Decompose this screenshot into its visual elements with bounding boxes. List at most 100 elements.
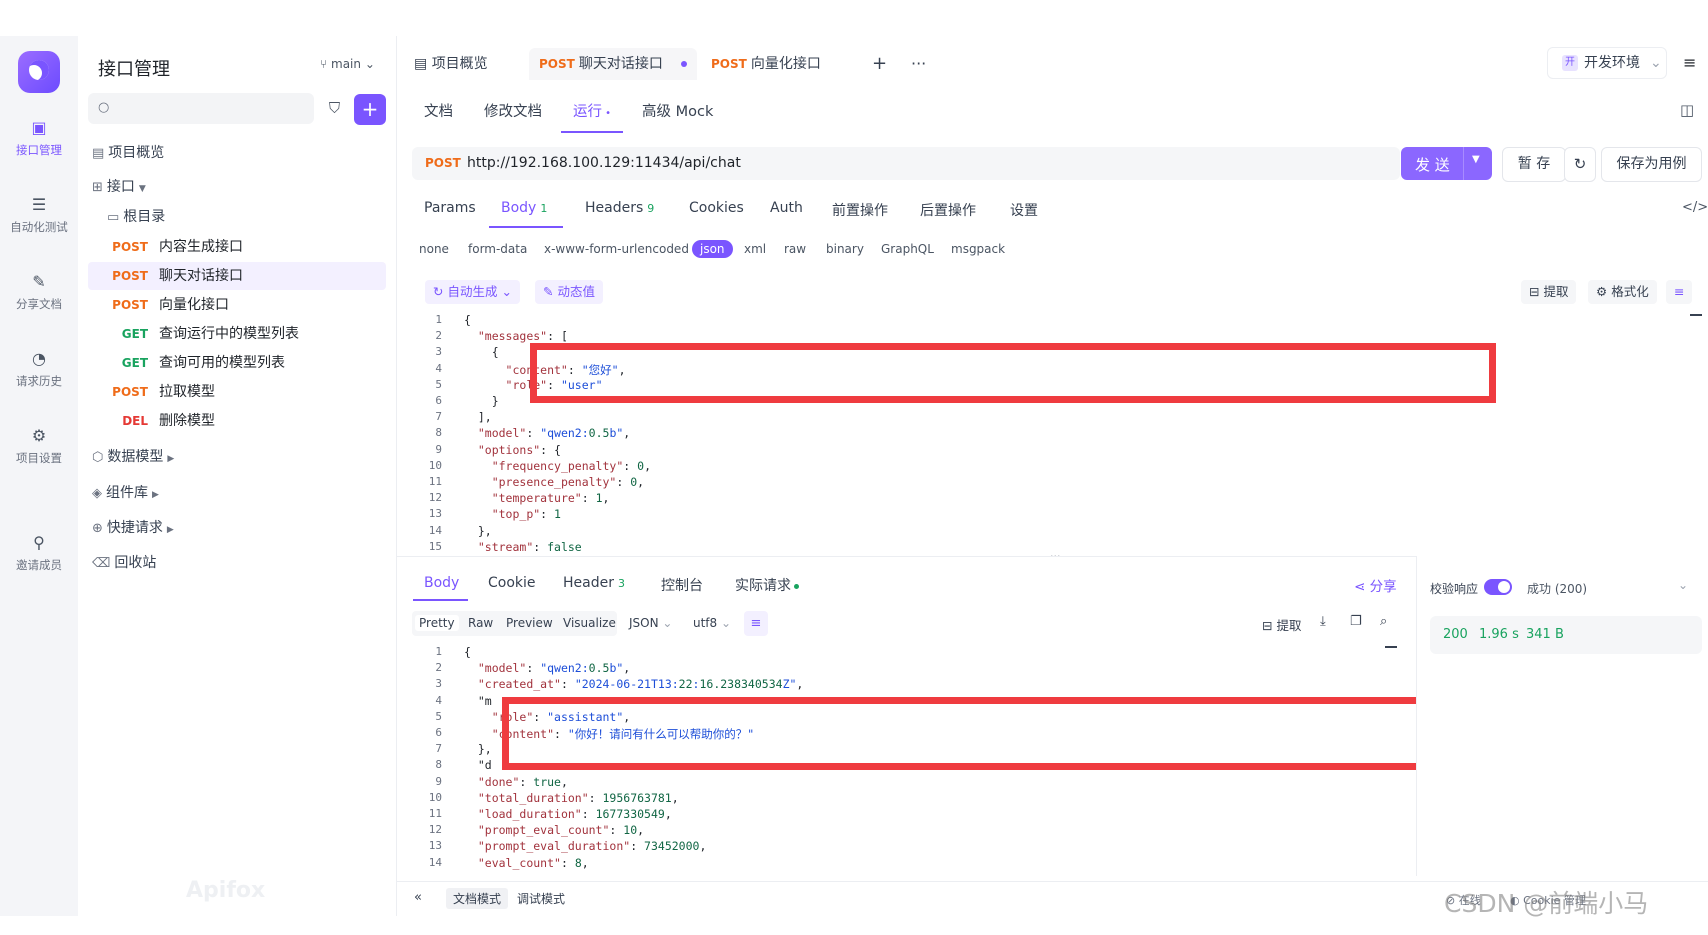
filter-icon: ⛉ xyxy=(328,99,341,117)
subtab-edit-docs[interactable]: 修改文档 xyxy=(484,100,542,121)
body-type-raw[interactable]: raw xyxy=(784,242,806,256)
chevron-down-icon[interactable]: ⌄ xyxy=(1678,578,1688,592)
dynamic-value-button[interactable]: ✎ 动态值 xyxy=(535,280,603,304)
view-raw[interactable]: Raw xyxy=(468,616,493,630)
environment-selector[interactable]: 开开发环境 ⌄ xyxy=(1547,47,1667,79)
subtab-docs[interactable]: 文档 xyxy=(424,100,453,121)
tree-item-overview[interactable]: ▤ 项目概览 xyxy=(92,139,164,167)
format-select[interactable]: JSON ⌄ xyxy=(629,616,672,630)
tree-item-interfaces[interactable]: ⊞ 接口 ▼ xyxy=(92,173,146,201)
new-tab-button[interactable]: + xyxy=(872,48,887,80)
resp-tab-header[interactable]: Header 3 xyxy=(563,575,625,591)
save-temp-button[interactable]: 暂 存 xyxy=(1502,147,1566,182)
view-pretty[interactable]: Pretty xyxy=(415,615,459,631)
line-number: 14 xyxy=(428,855,442,869)
auto-generate-button[interactable]: ↻ 自动生成 ⌄ xyxy=(425,280,520,304)
extract-button[interactable]: ⊟ 提取 xyxy=(1521,280,1577,304)
subtab-run[interactable]: 运行 • xyxy=(573,100,611,121)
wrap-button[interactable]: ≡ xyxy=(1666,280,1693,304)
tree-item-trash[interactable]: ⌫ 回收站 xyxy=(92,549,156,577)
tab-settings[interactable]: 设置 xyxy=(1010,200,1038,220)
body-type-urlencoded[interactable]: x-www-form-urlencoded xyxy=(544,242,689,256)
body-type-graphql[interactable]: GraphQL xyxy=(881,242,934,256)
body-type-binary[interactable]: binary xyxy=(826,242,864,256)
api-item[interactable]: POST 拉取模型 xyxy=(88,378,386,406)
extract-response-button[interactable]: ⊟ 提取 xyxy=(1262,615,1301,634)
resp-tab-actual-request[interactable]: 实际请求 xyxy=(735,575,799,595)
chevron-down-icon[interactable]: ▼ xyxy=(1472,154,1480,165)
body-type-msgpack[interactable]: msgpack xyxy=(951,242,1005,256)
rail-item-label: 项目设置 xyxy=(16,451,62,465)
extract-label: 提取 xyxy=(1276,618,1302,633)
resp-tab-console[interactable]: 控制台 xyxy=(661,575,703,595)
doc-mode-button[interactable]: 文档模式 xyxy=(446,888,509,909)
validate-label: 校验响应 xyxy=(1430,582,1479,596)
resp-tab-cookie[interactable]: Cookie xyxy=(488,575,536,591)
api-item[interactable]: GET 查询可用的模型列表 xyxy=(88,349,386,377)
tab-label: Header xyxy=(563,575,614,591)
menu-icon[interactable]: ≡ xyxy=(1683,53,1696,72)
debug-mode-button[interactable]: 调试模式 xyxy=(510,888,572,909)
tab-cookies[interactable]: Cookies xyxy=(689,200,744,216)
api-item[interactable]: POST 内容生成接口 xyxy=(88,233,386,261)
body-type-xml[interactable]: xml xyxy=(744,242,766,256)
add-button[interactable]: + xyxy=(354,94,386,125)
view-visualize[interactable]: Visualize xyxy=(563,616,616,630)
api-item[interactable]: GET 查询运行中的模型列表 xyxy=(88,320,386,348)
tab-headers[interactable]: Headers 9 xyxy=(585,200,654,216)
resp-tab-body[interactable]: Body xyxy=(424,575,459,591)
tree-item-root[interactable]: ▭ 根目录 xyxy=(107,203,165,231)
subtab-mock[interactable]: 高级 Mock xyxy=(642,100,713,121)
tab-body[interactable]: Body 1 xyxy=(501,200,547,216)
code-icon[interactable]: </> xyxy=(1682,200,1708,215)
more-tabs-button[interactable]: ··· xyxy=(911,48,926,80)
tab-auth[interactable]: Auth xyxy=(770,200,803,216)
send-label: 发 送 xyxy=(1415,156,1450,174)
rail-item-settings[interactable]: ⚙ 项目设置 xyxy=(0,426,78,466)
rail-item-api[interactable]: ▣ 接口管理 xyxy=(0,118,78,158)
filter-button[interactable]: ⛉ xyxy=(321,94,348,123)
url-bar[interactable]: POST http://192.168.100.129:11434/api/ch… xyxy=(412,147,1400,180)
api-item[interactable]: POST 聊天对话接口 xyxy=(88,262,386,290)
save-as-case-button[interactable]: 保存为用例 xyxy=(1601,147,1702,182)
api-item[interactable]: DEL 删除模型 xyxy=(88,407,386,435)
view-preview[interactable]: Preview xyxy=(506,616,553,630)
rail-item-share-doc[interactable]: ✎ 分享文档 xyxy=(0,272,78,312)
collapse-sidebar-icon[interactable]: « xyxy=(414,890,422,905)
panel-toggle-icon[interactable]: ◫ xyxy=(1680,101,1694,119)
validate-toggle[interactable] xyxy=(1484,579,1512,595)
wrap-button[interactable]: ≡ xyxy=(744,611,768,636)
tree-item-components[interactable]: ◈ 组件库 ▶ xyxy=(92,479,159,507)
encoding-select[interactable]: utf8 ⌄ xyxy=(693,616,731,630)
search-icon[interactable]: ⌕ xyxy=(1380,614,1387,629)
api-item[interactable]: POST 向量化接口 xyxy=(88,291,386,319)
body-type-form-data[interactable]: form-data xyxy=(468,242,527,256)
tab-post-ops[interactable]: 后置操作 xyxy=(920,200,976,220)
modified-dot: • xyxy=(602,108,612,119)
url-input[interactable]: http://192.168.100.129:11434/api/chat xyxy=(467,155,741,171)
rail-item-automation[interactable]: ☰ 自动化测试 xyxy=(0,195,78,235)
rail-item-invite[interactable]: ⚲ 邀请成员 xyxy=(0,533,78,573)
branch-selector[interactable]: ⑂ main ⌄ xyxy=(320,57,375,71)
copy-icon[interactable]: ❐ xyxy=(1350,614,1362,629)
tab-chat-api[interactable]: POST 聊天对话接口 xyxy=(529,48,697,80)
body-type-json[interactable]: json xyxy=(692,240,733,258)
download-icon[interactable]: ⤓ xyxy=(1320,614,1326,629)
send-button[interactable]: 发 送 ▼ xyxy=(1401,147,1492,180)
search-input[interactable]: ○ xyxy=(88,93,314,124)
code-line: "created_at": "2024-06-21T13:22:16.23834… xyxy=(477,677,804,692)
reset-button[interactable]: ↻ xyxy=(1564,147,1596,182)
tab-pre-ops[interactable]: 前置操作 xyxy=(832,200,888,220)
share-button[interactable]: ⋖ 分享 xyxy=(1354,575,1397,595)
tab-params[interactable]: Params xyxy=(424,200,476,216)
tree-item-data-models[interactable]: ⬡ 数据模型 ▶ xyxy=(92,443,174,471)
response-stats xyxy=(1430,616,1702,654)
code-line: "model": "qwen2:0.5b", xyxy=(477,661,631,676)
tab-overview[interactable]: ▤ 项目概览 xyxy=(414,48,488,80)
rail-item-history[interactable]: ◔ 请求历史 xyxy=(0,349,78,389)
body-type-none[interactable]: none xyxy=(419,242,449,256)
tab-embedding-api[interactable]: POST 向量化接口 xyxy=(711,48,821,80)
method-selector[interactable]: POST xyxy=(425,156,461,170)
format-button[interactable]: ⚙ 格式化 xyxy=(1588,280,1657,304)
tree-item-quick-request[interactable]: ⊕ 快捷请求 ▶ xyxy=(92,514,174,542)
